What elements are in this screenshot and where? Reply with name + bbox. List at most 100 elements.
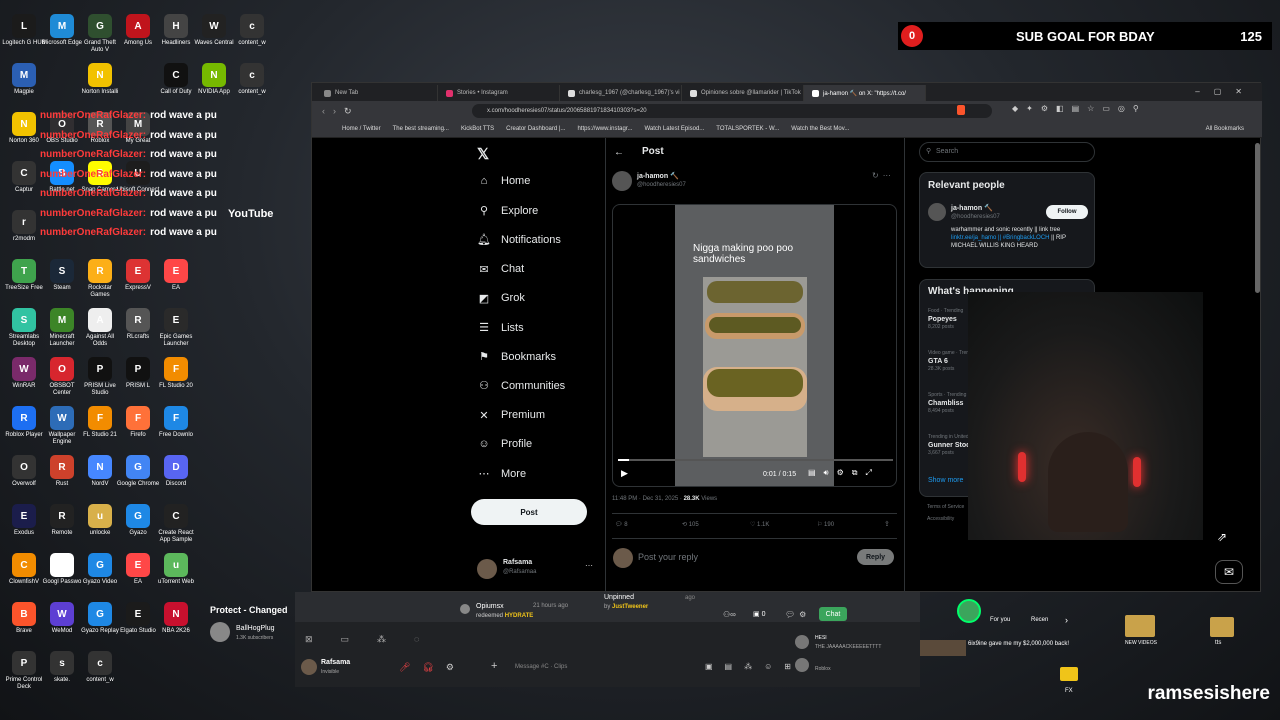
chevron-right-icon[interactable]: › [1065,615,1068,625]
nav-item-lists[interactable]: ☰ Lists [477,321,524,335]
folder-tts[interactable]: tts [1215,640,1221,646]
reply-button[interactable]: Reply [857,549,894,565]
rp-avatar[interactable] [928,203,946,221]
browser-tab[interactable]: charlesg_1967 (@charlesg_1967)'s vi [560,85,682,101]
desktop-icon[interactable]: c content_w [230,14,274,47]
post-button[interactable]: Post [471,499,587,525]
scrollbar[interactable] [1255,143,1260,293]
desktop-icon[interactable]: N Norton Installi [78,63,122,96]
author-handle[interactable]: @hoodheresies07 [637,182,686,188]
brave-shield-icon[interactable] [957,105,965,115]
desktop-icon[interactable]: F FL Studio 20 [154,357,198,390]
desktop-icon[interactable]: N NBA 2K26 [154,602,198,635]
desktop-icon[interactable]: D Discord [154,455,198,488]
bookmark-item[interactable]: TOTALSPORTEK - W... [716,126,779,132]
desktop-icon[interactable]: c content_w [78,651,122,684]
compose-icon[interactable]: ⇗ [1217,530,1241,550]
messages-icon[interactable]: ✉ [1215,560,1243,584]
trend-item[interactable]: Sports · Trending Chambliss 8,494 posts [928,392,966,415]
video-progress[interactable] [618,459,893,461]
folder-icon[interactable] [1060,667,1078,681]
browser-tab[interactable]: Opiniones sobre @llamarider | TikTok [682,85,804,101]
bookmark-item[interactable]: https://www.instagr... [577,126,632,132]
extension-icons[interactable]: ◆✦⚙◧▤☆▭◎⚲ [1012,104,1147,113]
bookmark-count[interactable]: ⚐ 190 [817,521,834,528]
back-arrow-icon[interactable]: ← [614,147,624,158]
message-input[interactable]: Message #C · Clips [515,664,567,670]
folder-icon[interactable] [1210,617,1234,637]
video-controls-icons[interactable]: ▤🔊︎⚙⧉⤢ [808,468,880,478]
bookmark-item[interactable]: The best streaming... [393,126,449,132]
rp-name[interactable]: ja-hamon 🔨 [951,204,993,212]
folder-icon[interactable] [1125,615,1155,637]
chat-button[interactable]: Chat [819,607,847,621]
desktop-icon[interactable]: u uTorrent Web [154,553,198,586]
message-toolbar-icons[interactable]: ▣▤⁂☺⊞ [705,662,803,671]
nav-item-notifications[interactable]: 🔔︎ Notifications [477,233,561,247]
tab-recent[interactable]: Recen [1031,617,1048,623]
x-logo-icon[interactable]: 𝕏 [477,145,489,163]
avatar[interactable] [477,559,497,579]
discord-avatar[interactable] [301,659,317,675]
follow-button[interactable]: Follow [1046,205,1088,219]
bookmark-item[interactable]: KickBot TTS [461,126,494,132]
account-more-icon[interactable]: ⋯ [585,561,593,570]
author-avatar[interactable] [612,171,632,191]
nav-arrows[interactable]: ‹› [322,106,344,116]
stream-tools[interactable]: 💬︎⚙ [785,610,810,619]
url-field[interactable]: x.com/hoodheresies07/status/200658819718… [472,104,992,118]
stream-icons[interactable]: ⚇∞ [723,610,736,619]
friend-avatar-a[interactable] [795,635,809,649]
yt-channel[interactable]: BallHogPlug [236,625,275,632]
folder-new-videos[interactable]: NEW VIDEOS [1125,640,1157,646]
desktop-icon[interactable]: c content_w [230,63,274,96]
author-name[interactable]: ja-hamon 🔨 [637,172,679,180]
all-bookmarks[interactable]: All Bookmarks [1206,126,1244,132]
browser-tab[interactable]: ja-hamon 🔨 on X: "https://t.co/ [804,85,926,101]
attach-icon[interactable]: + [491,660,497,672]
desktop-icon[interactable]: E Epic Games Launcher [154,308,198,348]
terms-link[interactable]: Terms of Service [927,504,964,510]
rp-handle[interactable]: @hoodheresies07 [951,214,1000,220]
nav-item-bookmarks[interactable]: ⚑ Bookmarks [477,350,556,364]
friend-avatar-b[interactable] [795,658,809,672]
nav-item-communities[interactable]: ⚇ Communities [477,379,565,393]
video-player[interactable]: Nigga making poo poo sandwiches ▶ 0:01 /… [612,204,897,487]
bookmark-item[interactable]: Creator Dashboard |... [506,126,565,132]
reload-icon[interactable]: ↻ [344,106,352,117]
desktop-icon[interactable]: F Free Downlo [154,406,198,439]
mute-deafen-icons[interactable]: 🎤︎🎧︎⚙ [399,662,466,673]
bookmark-item[interactable]: Watch Latest Episod... [644,126,704,132]
folder-fx[interactable]: FX [1065,688,1073,694]
desktop-icon[interactable]: C Create React App Sample [154,504,198,544]
nav-item-chat[interactable]: ✉ Chat [477,263,524,276]
window-controls[interactable]: –▢✕ [1195,87,1256,96]
share-icon[interactable]: ⇪ [884,520,890,528]
accessibility-link[interactable]: Accessibility [927,516,954,522]
nav-item-grok[interactable]: ◩ Grok [477,292,525,305]
reply-count[interactable]: 💬︎ 8 [615,521,628,528]
show-more-link[interactable]: Show more [928,477,963,484]
browser-tab[interactable]: New Tab [316,85,438,101]
browser-tab[interactable]: Stories • Instagram [438,85,560,101]
desktop-icon[interactable]: E EA [154,259,198,292]
nav-item-profile[interactable]: ☺ Profile [477,438,532,450]
repost-count[interactable]: ⟲ 105 [682,521,699,528]
server-icons[interactable]: ⊠▭⁂◌ [305,634,447,645]
bookmark-item[interactable]: Home / Twitter [342,126,381,132]
like-count[interactable]: ♡ 1.1K [750,521,769,528]
trend-item[interactable]: Food · Trending Popeyes 8,202 posts [928,308,963,331]
nav-item-home[interactable]: ⌂ Home [477,175,531,187]
nav-item-more[interactable]: ⋯ More [477,467,527,481]
desktop-icon[interactable]: M Magpie [2,63,46,96]
reply-input[interactable]: Post your reply [638,552,698,562]
nav-item-explore[interactable]: ⚲ Explore [477,204,538,218]
tab-for-you[interactable]: For you [990,617,1010,623]
bookmark-item[interactable]: Watch the Best Mov... [791,126,849,132]
post-menu-icon[interactable]: ↻⋯ [872,171,895,180]
search-input[interactable]: ⚲ Search [919,142,1095,162]
play-icon[interactable]: ▶ [621,468,628,479]
notif-text[interactable]: 6ix9ine gave me my $2,000,000 back! [968,640,1080,648]
protect-title[interactable]: Protect - Changed [210,605,288,615]
nav-item-premium[interactable]: ✕ Premium [477,409,545,422]
